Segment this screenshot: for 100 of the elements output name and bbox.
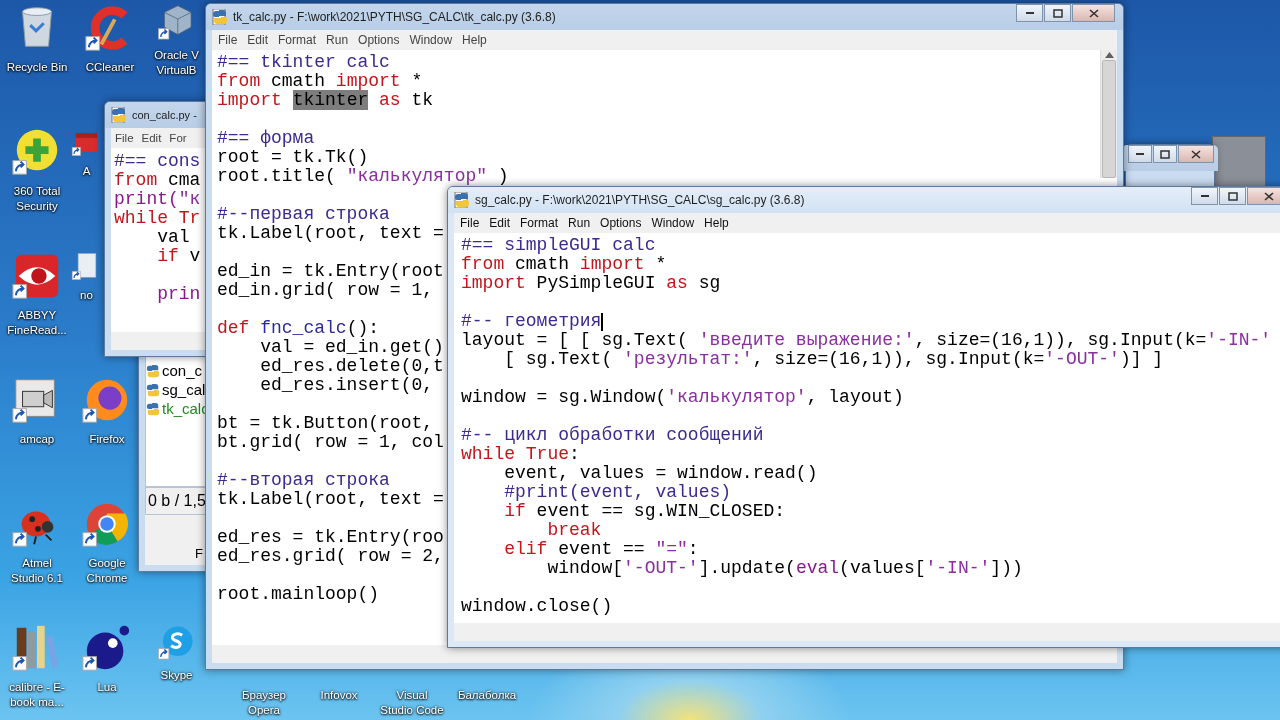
desktop-icon[interactable]: ABBYY FineRead...: [5, 250, 69, 338]
minimize-button[interactable]: [1128, 145, 1152, 163]
code-line: break: [546, 521, 602, 540]
code-line: #== cons: [114, 152, 201, 171]
menu-item[interactable]: Window: [409, 33, 453, 47]
desktop-icon[interactable]: amcap: [5, 374, 69, 447]
code-line: ed_res.insert(0,: [259, 376, 434, 395]
code-line: ed_in.grid( row = 1,: [217, 281, 434, 300]
code-line: print("к: [114, 190, 201, 209]
code-line: #--вторая строка: [217, 471, 390, 490]
scrollbar-thumb[interactable]: [1102, 60, 1116, 178]
menu-item[interactable]: Format: [278, 33, 317, 47]
menu-item[interactable]: Options: [600, 216, 642, 230]
menu-item[interactable]: Edit: [141, 132, 162, 144]
minimize-button[interactable]: [1016, 4, 1043, 22]
menu-item[interactable]: File: [460, 216, 480, 230]
menu-item[interactable]: For: [169, 132, 187, 144]
menu-item[interactable]: Options: [358, 33, 400, 47]
code-line: if event == sg.WIN_CLOSED:: [503, 502, 786, 521]
minimize-button[interactable]: [1191, 187, 1218, 205]
menu-item[interactable]: Window: [651, 216, 695, 230]
close-icon: [1191, 149, 1201, 159]
python-file-icon: [454, 192, 470, 208]
menu-item[interactable]: Edit: [247, 33, 269, 47]
code-line: #== форма: [217, 129, 315, 148]
minimize-icon: [1135, 153, 1145, 155]
code-line: val: [156, 228, 190, 247]
code-line: prin: [156, 285, 201, 304]
menu-item[interactable]: Run: [326, 33, 349, 47]
desktop-icon[interactable]: no: [70, 250, 103, 303]
menu-item[interactable]: File: [218, 33, 238, 47]
code-line: tk.Label(root, text =: [217, 224, 444, 243]
desktop-icon[interactable]: A: [70, 126, 103, 179]
menu-item[interactable]: Help: [704, 216, 729, 230]
code-line: window = sg.Window('калькулятор', layout): [461, 388, 904, 407]
code-line: if v: [156, 247, 201, 266]
window-title: tk_calc.py - F:\work\2021\PYTH\SG_CALC\tk_calc.py (3.6.8): [233, 10, 556, 24]
python-file-icon: [146, 363, 160, 378]
menu-item[interactable]: Edit: [489, 216, 511, 230]
desktop-icon[interactable]: Firefox: [77, 374, 137, 447]
code-line: #-- цикл обработки сообщений: [461, 426, 764, 445]
code-line: #print(event, values): [503, 483, 732, 502]
menu-item[interactable]: Format: [520, 216, 559, 230]
minimize-icon: [1199, 195, 1210, 197]
code-line: from cmath import *: [461, 255, 667, 274]
code-line: [ sg.Text( 'результат:', size=(16,1)), sg.Input(k='-OUT-')] ]: [503, 350, 1164, 369]
code-line: from cmath import *: [217, 72, 423, 91]
code-line: #== simpleGUI calc: [461, 236, 656, 255]
window-title: con_calc.py -: [132, 109, 197, 121]
maximize-icon: [1160, 149, 1170, 159]
code-line: #== tkinter calc: [217, 53, 390, 72]
code-line: ed_res.delete(0,t: [259, 357, 444, 376]
code-line: root = tk.Tk(): [217, 148, 369, 167]
code-line: ed_res = tk.Entry(roo: [217, 528, 444, 547]
scrollbar[interactable]: [1100, 50, 1117, 178]
python-file-icon: [146, 382, 160, 397]
close-icon: [1088, 8, 1099, 18]
code-line: ed_res.grid( row = 2,: [217, 547, 444, 566]
close-button[interactable]: [1178, 145, 1214, 163]
maximize-button[interactable]: [1153, 145, 1177, 163]
text-cursor: [601, 312, 604, 331]
minimize-icon: [1024, 12, 1035, 14]
code-line: ed_in = tk.Entry(root: [217, 262, 444, 281]
menu-item[interactable]: Run: [568, 216, 591, 230]
code-line: root.mainloop(): [217, 585, 380, 604]
code-line: event, values = window.read(): [503, 464, 818, 483]
desktop-icon[interactable]: Recycle Bin: [5, 2, 69, 75]
status-text: 0 b / 1,5: [148, 492, 206, 510]
maximize-icon: [1052, 8, 1063, 18]
code-line: window['-OUT-'].update(eval(values['-IN-'])): [546, 559, 1023, 578]
footer-text: F: [195, 546, 203, 561]
python-file-icon: [111, 107, 127, 123]
python-file-icon: [212, 9, 228, 25]
code-line: from cma: [114, 171, 201, 190]
menu-item[interactable]: Help: [462, 33, 487, 47]
code-line: while True:: [461, 445, 580, 464]
code-line: #--первая строка: [217, 205, 390, 224]
code-line: root.title( "калькулятор" ): [217, 167, 509, 186]
close-button[interactable]: [1247, 187, 1280, 205]
desktop-icon[interactable]: Oracle V VirtualB: [150, 2, 203, 78]
maximize-icon: [1227, 191, 1238, 201]
maximize-button[interactable]: [1044, 4, 1071, 22]
python-file-icon: [146, 401, 160, 416]
menu-item[interactable]: File: [115, 132, 134, 144]
code-line: import PySimpleGUI as sg: [461, 274, 721, 293]
python-file-entry[interactable]: con_c: [146, 361, 203, 380]
desktop-icon[interactable]: 360 Total Security: [5, 126, 69, 214]
code-line: #-- геометрия: [461, 312, 602, 331]
window-title: sg_calc.py - F:\work\2021\PYTH\SG_CALC\sg_calc.py (3.6.8): [475, 193, 805, 207]
code-line: tk.Label(root, text =: [217, 490, 444, 509]
close-button[interactable]: [1072, 4, 1115, 22]
code-line: bt = tk.Button(root,: [217, 414, 434, 433]
desktop-icon[interactable]: CCleaner: [78, 2, 142, 75]
code-line: def fnc_calc():: [217, 319, 380, 338]
code-line: import tkinter as tk: [217, 91, 434, 110]
close-icon: [1263, 191, 1274, 201]
arrow-up-icon: [1104, 52, 1114, 58]
python-file-entry[interactable]: sg_cal: [146, 380, 206, 399]
code-line: while Tr: [114, 209, 201, 228]
maximize-button[interactable]: [1219, 187, 1246, 205]
